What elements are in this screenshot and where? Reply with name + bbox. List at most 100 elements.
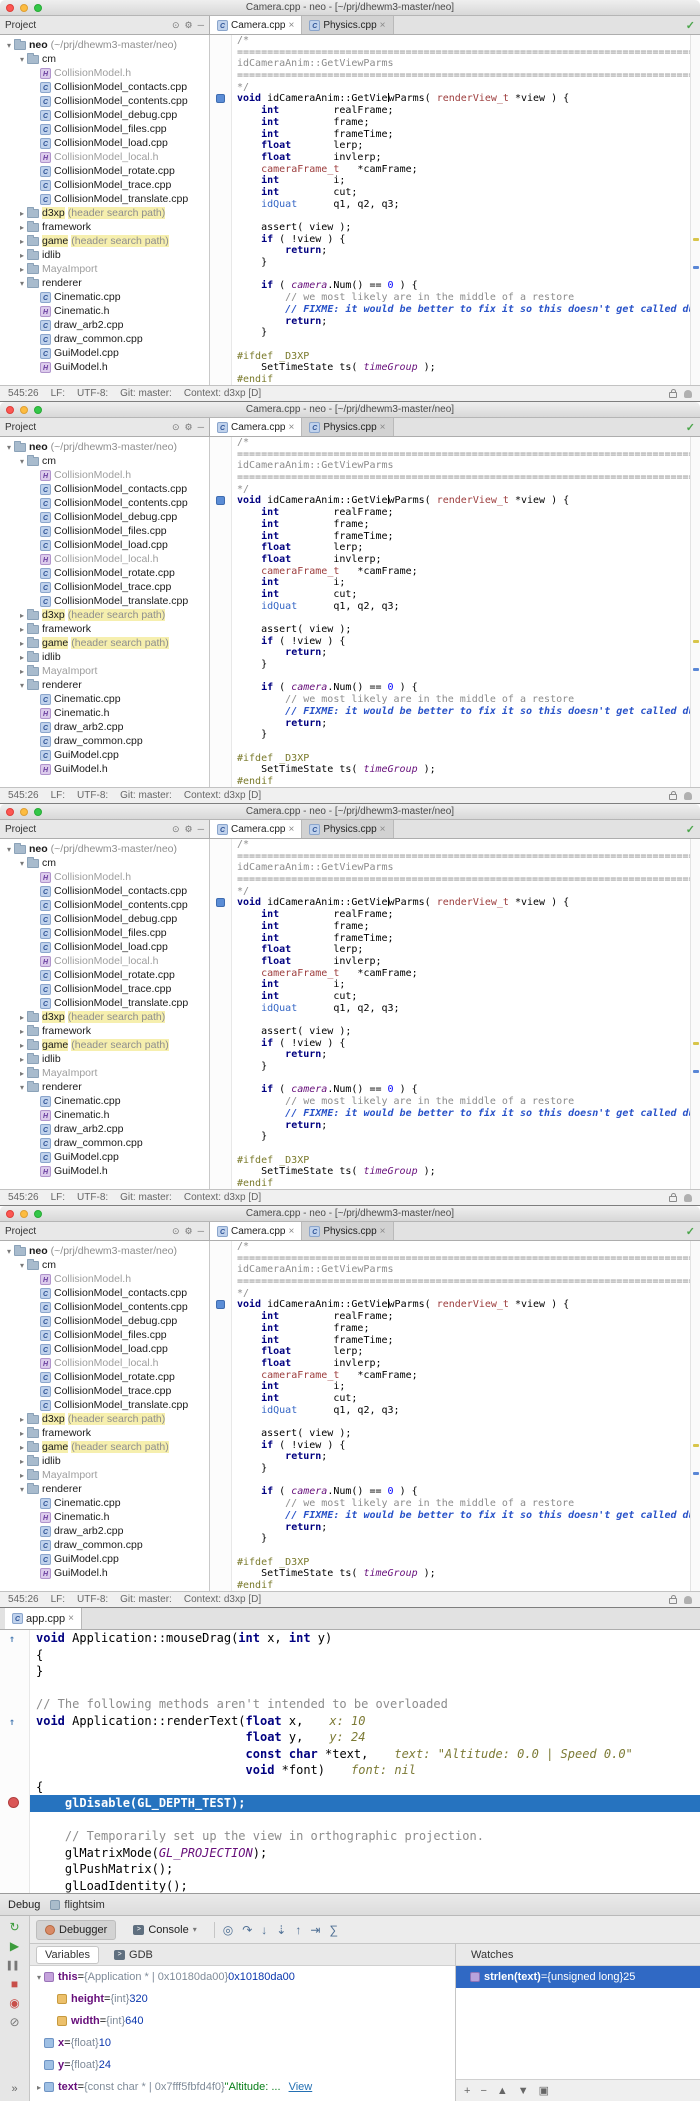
tree-item[interactable]: CollisionModel_contacts.cpp — [0, 1286, 209, 1300]
hide-panel-icon[interactable]: ─ — [198, 20, 204, 30]
close-tab-icon[interactable]: × — [68, 1613, 74, 1624]
tree-item[interactable]: framework — [0, 1024, 209, 1038]
close-tab-icon[interactable]: × — [288, 422, 294, 433]
settings-gear-icon[interactable]: ⚙ — [185, 1226, 193, 1237]
step-over-icon[interactable]: ↷ — [242, 1923, 252, 1937]
editor-scrollbar[interactable] — [690, 437, 700, 787]
tree-chevron-icon[interactable] — [17, 279, 27, 288]
readonly-lock-icon[interactable] — [669, 392, 677, 398]
gutter[interactable] — [210, 874, 232, 886]
remove-watch-icon[interactable]: − — [480, 2085, 486, 2097]
tree-item[interactable]: neo (~/prj/dhewm3-master/neo) — [0, 440, 209, 454]
gutter[interactable] — [210, 164, 232, 176]
tree-item[interactable]: CollisionModel_local.h — [0, 150, 209, 164]
editor-tab[interactable]: Camera.cpp × — [210, 418, 302, 436]
pause-icon[interactable]: ▌▌ — [8, 1959, 21, 1972]
editor-tab[interactable]: Camera.cpp × — [210, 1222, 302, 1240]
gutter[interactable] — [210, 472, 232, 484]
gutter[interactable] — [210, 1155, 232, 1167]
tree-item[interactable]: neo (~/prj/dhewm3-master/neo) — [0, 38, 209, 52]
tree-chevron-icon[interactable] — [17, 1027, 27, 1036]
gutter[interactable] — [210, 117, 232, 129]
tree-item[interactable]: idlib — [0, 1052, 209, 1066]
tree-item[interactable]: CollisionModel_trace.cpp — [0, 1384, 209, 1398]
resume-icon[interactable]: ▶ — [10, 1940, 19, 1953]
tab-variables[interactable]: Variables — [36, 1946, 99, 1964]
todo-stripe-mark[interactable] — [693, 238, 699, 241]
status-item[interactable]: Context: d3xp [D] — [184, 388, 261, 399]
gutter[interactable] — [210, 659, 232, 671]
move-watch-up-icon[interactable]: ▲ — [497, 2085, 508, 2097]
gutter[interactable] — [210, 624, 232, 636]
show-execution-point-icon[interactable]: ◎ — [223, 1923, 233, 1937]
tree-item[interactable]: CollisionModel_translate.cpp — [0, 996, 209, 1010]
tree-item[interactable]: GuiModel.h — [0, 762, 209, 776]
gutter[interactable] — [0, 1680, 30, 1697]
tree-item[interactable]: Cinematic.h — [0, 706, 209, 720]
status-item[interactable]: 545:26 — [8, 790, 39, 801]
tree-item[interactable]: neo (~/prj/dhewm3-master/neo) — [0, 1244, 209, 1258]
gutter[interactable] — [210, 1178, 232, 1189]
gutter[interactable] — [0, 1779, 30, 1796]
tree-chevron-icon[interactable] — [17, 457, 27, 466]
hide-panel-icon[interactable]: ─ — [198, 1226, 204, 1236]
close-window-button[interactable] — [6, 4, 14, 12]
gutter[interactable] — [210, 1073, 232, 1085]
tree-item[interactable]: GuiModel.cpp — [0, 346, 209, 360]
gutter[interactable] — [210, 886, 232, 898]
tree-chevron-icon[interactable] — [17, 1485, 27, 1494]
gutter[interactable] — [210, 1276, 232, 1288]
gutter[interactable] — [210, 1253, 232, 1265]
gutter[interactable] — [210, 1061, 232, 1073]
close-window-button[interactable] — [6, 1210, 14, 1218]
gutter[interactable] — [210, 1475, 232, 1487]
tree-item[interactable]: cm — [0, 1258, 209, 1272]
variable-row[interactable]: y = {float} 24 — [30, 2054, 455, 2076]
tree-item[interactable]: CollisionModel_contents.cpp — [0, 898, 209, 912]
gutter[interactable] — [210, 327, 232, 339]
gutter[interactable] — [0, 1828, 30, 1845]
tree-item[interactable]: game (header search path) — [0, 636, 209, 650]
gutter[interactable] — [210, 979, 232, 991]
gutter[interactable] — [210, 612, 232, 624]
hector-inspections-icon[interactable] — [684, 792, 692, 800]
tree-item[interactable]: Cinematic.cpp — [0, 1496, 209, 1510]
tree-item[interactable]: CollisionModel_debug.cpp — [0, 108, 209, 122]
tree-item[interactable]: CollisionModel_rotate.cpp — [0, 1370, 209, 1384]
gutter[interactable] — [210, 991, 232, 1003]
gutter[interactable] — [210, 839, 232, 851]
tree-chevron-icon[interactable] — [17, 265, 27, 274]
inspection-status-icon[interactable]: ✓ — [686, 823, 695, 836]
gutter[interactable] — [210, 449, 232, 461]
locate-icon[interactable]: ⊙ — [172, 1226, 180, 1237]
tree-item[interactable]: CollisionModel_contacts.cpp — [0, 482, 209, 496]
tree-item[interactable]: GuiModel.cpp — [0, 1150, 209, 1164]
gutter[interactable] — [0, 1878, 30, 1894]
tree-chevron-icon[interactable] — [17, 1471, 27, 1480]
todo-stripe-mark[interactable] — [693, 1444, 699, 1447]
gutter[interactable] — [210, 694, 232, 706]
tree-chevron-icon[interactable] — [17, 209, 27, 218]
locate-icon[interactable]: ⊙ — [172, 824, 180, 835]
gutter[interactable] — [210, 519, 232, 531]
gutter[interactable] — [210, 187, 232, 199]
tree-item[interactable]: cm — [0, 856, 209, 870]
tree-item[interactable]: CollisionModel_debug.cpp — [0, 912, 209, 926]
tree-item[interactable]: Cinematic.cpp — [0, 290, 209, 304]
tree-item[interactable]: draw_arb2.cpp — [0, 720, 209, 734]
info-stripe-mark[interactable] — [693, 1472, 699, 1475]
settings-gear-icon[interactable]: ⚙ — [185, 824, 193, 835]
gutter[interactable] — [210, 566, 232, 578]
editor-tab[interactable]: Physics.cpp × — [302, 820, 393, 838]
gutter[interactable] — [210, 1381, 232, 1393]
tree-item[interactable]: framework — [0, 220, 209, 234]
close-tab-icon[interactable]: × — [380, 20, 386, 31]
step-out-icon[interactable]: ↑ — [295, 1923, 301, 1937]
tree-item[interactable]: Cinematic.cpp — [0, 692, 209, 706]
tree-item[interactable]: Cinematic.h — [0, 304, 209, 318]
tree-chevron-icon[interactable] — [4, 1247, 14, 1256]
variable-row[interactable]: text = {const char * | 0x7fff5fbfd4f0} "… — [30, 2076, 455, 2098]
editor-scrollbar[interactable] — [690, 1241, 700, 1591]
tree-item[interactable]: CollisionModel_files.cpp — [0, 1328, 209, 1342]
tree-chevron-icon[interactable] — [17, 1055, 27, 1064]
